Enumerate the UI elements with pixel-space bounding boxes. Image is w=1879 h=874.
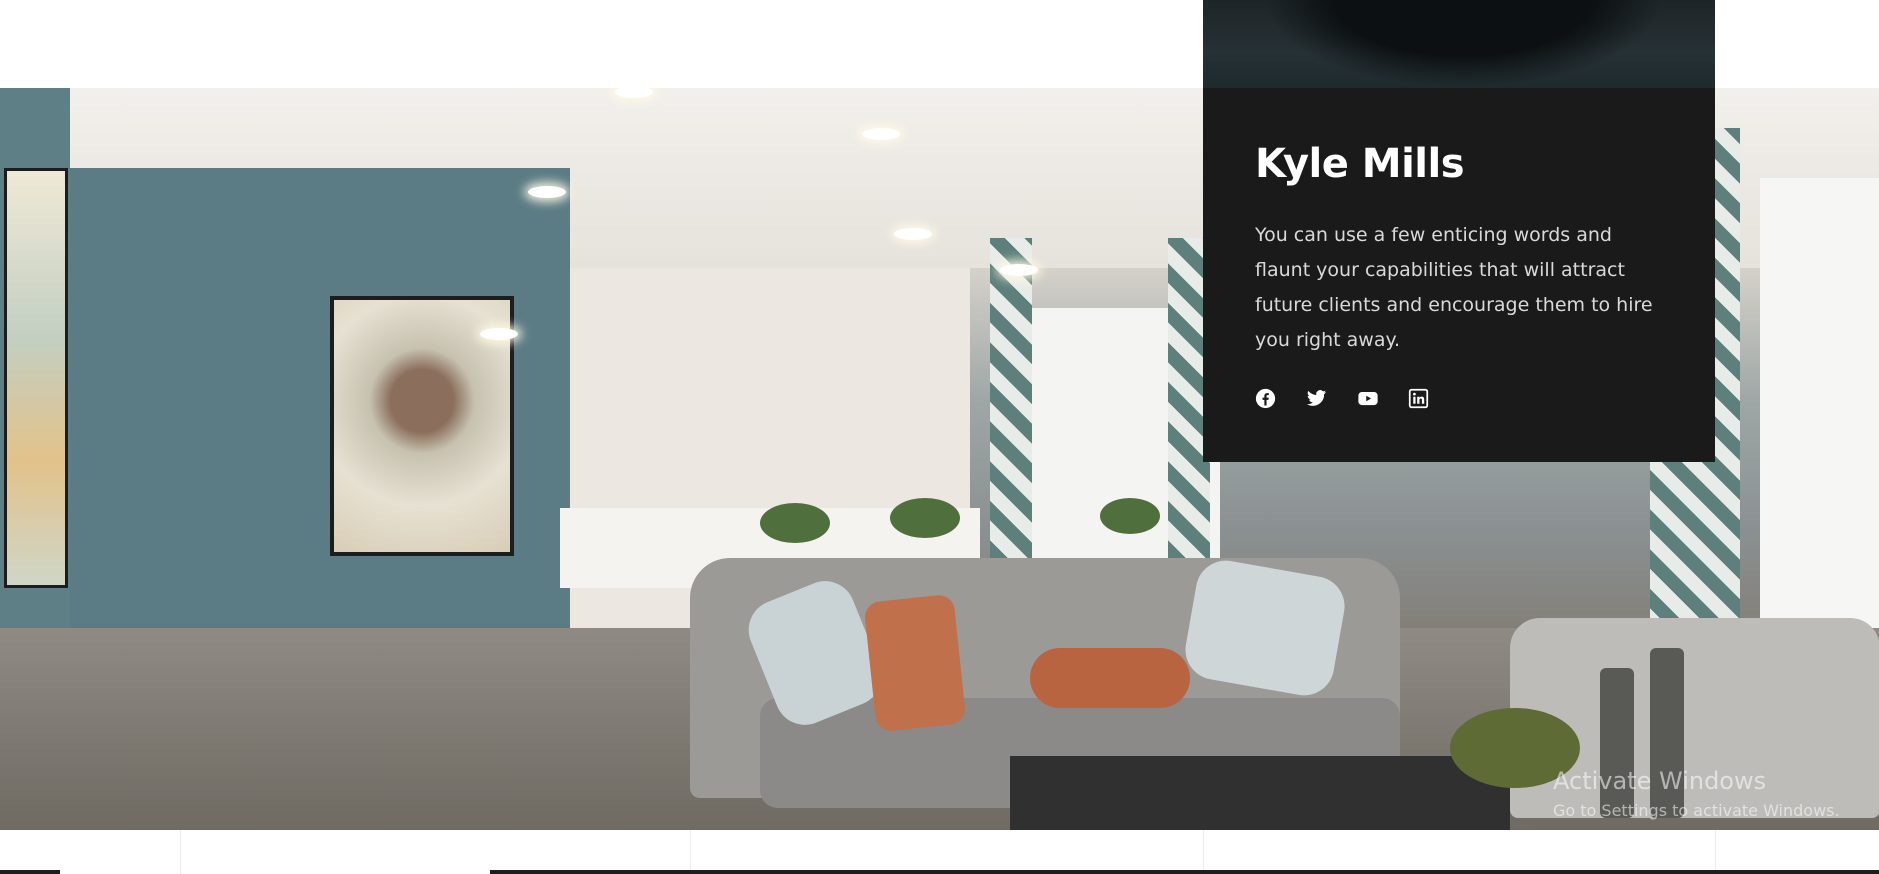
youtube-icon[interactable] [1357, 388, 1378, 409]
divider [180, 830, 181, 874]
portrait-silhouette [1263, 0, 1663, 88]
facebook-icon[interactable] [1255, 388, 1276, 409]
painting [4, 168, 68, 588]
plant [760, 503, 830, 543]
profile-card: Kyle Mills You can use a few enticing wo… [1203, 88, 1715, 462]
profile-photo [1203, 0, 1715, 88]
twitter-icon[interactable] [1306, 388, 1327, 409]
divider [690, 830, 691, 874]
divider [1203, 830, 1204, 874]
ceiling-light [894, 228, 932, 240]
divider [0, 870, 60, 874]
coffee-table [1010, 756, 1510, 830]
profile-name: Kyle Mills [1255, 141, 1465, 187]
plant [890, 498, 960, 538]
watermark-title: Activate Windows [1553, 767, 1767, 795]
pillow [863, 593, 967, 733]
plant [1100, 498, 1160, 534]
ceiling-light [862, 128, 900, 140]
pillow [1030, 648, 1190, 708]
ceiling-light [480, 328, 518, 340]
watermark-subtitle: Go to Settings to activate Windows. [1553, 801, 1840, 820]
social-links [1255, 388, 1663, 409]
pillow [1180, 555, 1350, 701]
ceiling-light [528, 186, 566, 198]
divider [1715, 830, 1716, 874]
profile-bio: You can use a few enticing words and fla… [1255, 224, 1653, 351]
bottom-section [0, 830, 1879, 874]
linkedin-icon[interactable] [1408, 388, 1429, 409]
ceiling-light [1000, 264, 1038, 276]
divider [490, 870, 1879, 874]
windows-activation-watermark: Activate Windows Go to Settings to activ… [1553, 766, 1840, 822]
